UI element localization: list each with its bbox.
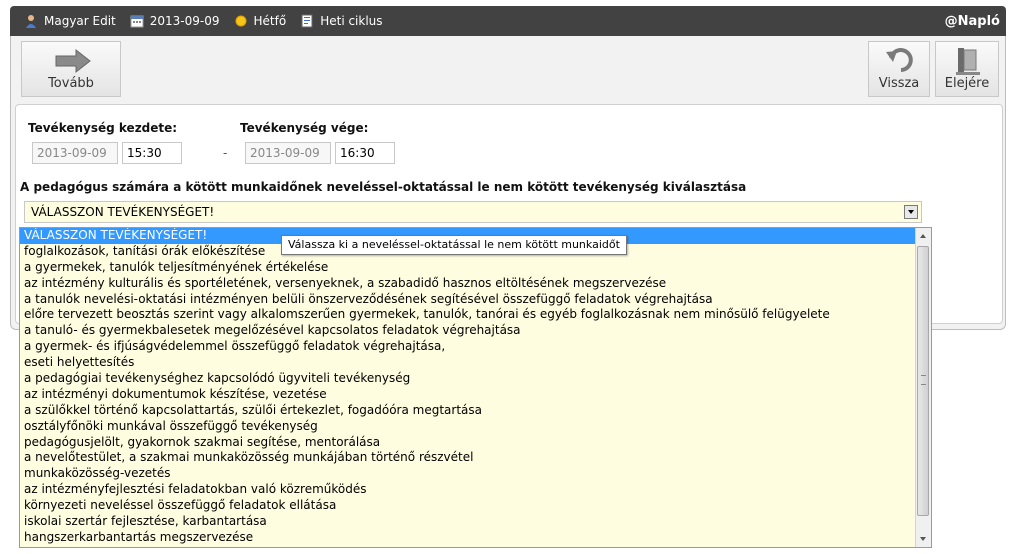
scroll-up-icon[interactable] [916, 228, 931, 244]
date-info: 2013-09-09 [130, 14, 220, 28]
to-start-button-label: Elejére [944, 76, 990, 91]
day-info: Hétfő [234, 14, 287, 28]
dropdown-option[interactable]: a szülőkkel történő kapcsolattartás, szü… [20, 403, 931, 419]
dropdown-scrollbar[interactable] [915, 228, 931, 547]
back-button-label: Vissza [878, 76, 920, 91]
document-icon [300, 14, 314, 28]
top-bar: Magyar Edit 2013-09-09 Hétfő Heti ciklus… [10, 6, 1006, 36]
time-separator: - [223, 146, 228, 160]
back-button[interactable]: Vissza [868, 41, 930, 97]
activity-dropdown-list[interactable]: VÁLASSZON TEVÉKENYSÉGET! foglalkozások, t… [19, 227, 932, 548]
dropdown-option[interactable]: a nevelőtestület, a szakmai munkaközössé… [20, 450, 931, 466]
next-button[interactable]: Tovább [21, 41, 121, 97]
sun-icon [234, 14, 248, 28]
dropdown-option[interactable]: hangszerkarbantartás megszervezése [20, 530, 931, 546]
dropdown-option[interactable]: osztályfőnöki munkával összefüggő tevéke… [20, 419, 931, 435]
user-name: Magyar Edit [44, 14, 116, 28]
cycle-info: Heti ciklus [300, 14, 383, 28]
chevron-down-icon[interactable] [904, 205, 918, 219]
dropdown-option[interactable]: pedagógusjelölt, gyakornok szakmai segít… [20, 435, 931, 451]
day-name: Hétfő [253, 14, 287, 28]
end-label: Tevékenység vége: [240, 121, 369, 135]
to-start-button[interactable]: Elejére [935, 41, 999, 97]
activity-select[interactable]: VÁLASSZON TEVÉKENYSÉGET! [24, 201, 922, 223]
start-label: Tevékenység kezdete: [28, 121, 178, 135]
end-date-field[interactable]: 2013-09-09 [245, 142, 331, 164]
current-date: 2013-09-09 [149, 14, 220, 28]
undo-icon [885, 46, 915, 78]
brand-logo: @Napló [944, 13, 1000, 29]
user-icon [24, 14, 38, 28]
dropdown-option[interactable]: az intézményi dokumentumok készítése, ve… [20, 387, 931, 403]
scroll-thumb[interactable] [917, 246, 929, 516]
dropdown-option[interactable]: környezeti neveléssel összefüggő feladat… [20, 498, 931, 514]
dropdown-option[interactable]: előre tervezett beosztás szerint vagy al… [20, 307, 931, 323]
activity-select-value: VÁLASSZON TEVÉKENYSÉGET! [31, 205, 215, 219]
calendar-icon [130, 14, 144, 28]
door-icon [955, 46, 981, 80]
tooltip: Válassza ki a neveléssel-oktatással le n… [281, 235, 627, 255]
dropdown-option[interactable]: a gyermek- és ifjúságvédelemmel összefüg… [20, 339, 931, 355]
next-button-label: Tovább [48, 76, 94, 91]
arrow-right-icon [54, 48, 92, 78]
dropdown-option[interactable]: munkaközösség-vezetés [20, 466, 931, 482]
dropdown-option[interactable]: eseti helyettesítés [20, 355, 931, 371]
scroll-down-icon[interactable] [916, 531, 931, 547]
dropdown-option[interactable]: az intézményfejlesztési feladatokban val… [20, 482, 931, 498]
activity-label: A pedagógus számára a kötött munkaidőnek… [20, 180, 747, 194]
start-date-field[interactable]: 2013-09-09 [32, 142, 118, 164]
dropdown-option[interactable]: a tanuló- és gyermekbalesetek megelőzésé… [20, 323, 931, 339]
dropdown-option[interactable]: a gyermekek, tanulók teljesítményének ér… [20, 260, 931, 276]
dropdown-option[interactable]: az intézmény kulturális és sportéletének… [20, 276, 931, 292]
cycle-label: Heti ciklus [320, 14, 383, 28]
dropdown-option[interactable]: iskolai szertár fejlesztése, karbantartá… [20, 514, 931, 530]
dropdown-option[interactable]: a pedagógiai tevékenységhez kapcsolódó ü… [20, 371, 931, 387]
user-info: Magyar Edit [24, 14, 116, 28]
start-time-field[interactable]: 15:30 [122, 142, 182, 164]
dropdown-option[interactable]: a tanulók nevelési-oktatási intézményen … [20, 292, 931, 308]
end-time-field[interactable]: 16:30 [335, 142, 395, 164]
